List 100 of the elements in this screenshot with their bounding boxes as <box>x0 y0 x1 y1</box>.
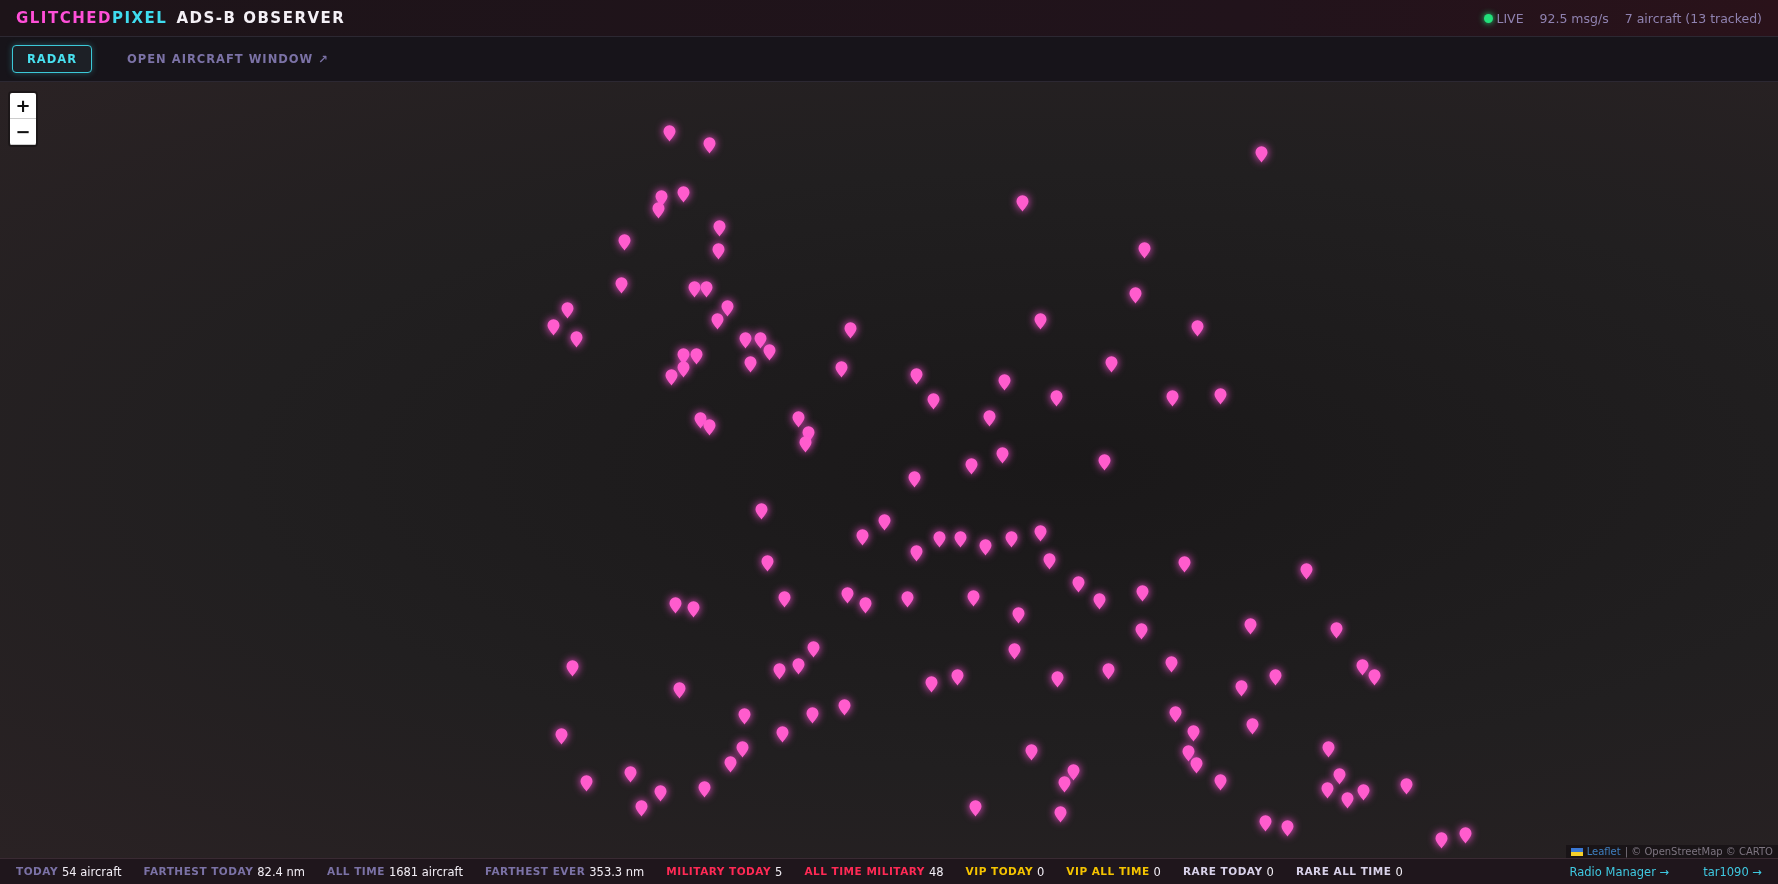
map-pin-icon[interactable] <box>1300 562 1314 580</box>
map-pin-icon[interactable] <box>859 596 873 614</box>
map-pin-icon[interactable] <box>1033 313 1047 331</box>
map-pin-icon[interactable] <box>1214 388 1228 406</box>
map-pin-icon[interactable] <box>653 785 667 803</box>
map-pin-icon[interactable] <box>1135 585 1149 603</box>
map-pin-icon[interactable] <box>1072 576 1086 594</box>
map-pin-icon[interactable] <box>1049 390 1063 408</box>
map-pin-icon[interactable] <box>927 392 941 410</box>
map-pin-icon[interactable] <box>624 765 638 783</box>
map-pin-icon[interactable] <box>702 418 716 436</box>
footer-link[interactable]: Radio Manager → <box>1569 864 1670 879</box>
map-pin-icon[interactable] <box>1186 725 1200 742</box>
map-pin-icon[interactable] <box>792 658 806 676</box>
map-pin-icon[interactable] <box>617 233 631 251</box>
map-pin-icon[interactable] <box>1400 778 1414 796</box>
map-pin-icon[interactable] <box>753 332 767 350</box>
map-pin-icon[interactable] <box>901 591 915 609</box>
map-pin-icon[interactable] <box>855 528 869 546</box>
map-pin-icon[interactable] <box>932 531 946 548</box>
map-pin-icon[interactable] <box>792 410 806 428</box>
map-pin-icon[interactable] <box>565 660 579 678</box>
map-pin-icon[interactable] <box>687 281 701 299</box>
map-pin-icon[interactable] <box>700 281 714 299</box>
map-pin-icon[interactable] <box>776 726 790 744</box>
map-pin-icon[interactable] <box>724 755 738 773</box>
map-pin-icon[interactable] <box>676 360 690 378</box>
map-pin-icon[interactable] <box>1015 195 1029 213</box>
map-pin-icon[interactable] <box>693 411 707 429</box>
map-pin-icon[interactable] <box>737 708 751 725</box>
map-pin-icon[interactable] <box>951 669 965 687</box>
map-pin-icon[interactable] <box>1177 555 1191 573</box>
map-pin-icon[interactable] <box>1254 146 1268 164</box>
map-pin-icon[interactable] <box>1012 607 1026 624</box>
leaflet-link[interactable]: Leaflet <box>1586 846 1621 857</box>
map-pin-icon[interactable] <box>878 514 892 531</box>
map-pin-icon[interactable] <box>762 343 776 361</box>
map-pin-icon[interactable] <box>560 301 574 319</box>
map-pin-icon[interactable] <box>1245 718 1259 736</box>
map-pin-icon[interactable] <box>1092 593 1106 611</box>
map-pin-icon[interactable] <box>1168 705 1182 723</box>
map-pin-icon[interactable] <box>835 360 849 378</box>
map-pin-icon[interactable] <box>634 799 648 817</box>
map-pin-icon[interactable] <box>805 706 819 724</box>
map-pin-icon[interactable] <box>1042 552 1056 570</box>
map-pin-icon[interactable] <box>1033 525 1047 543</box>
map-pin-icon[interactable] <box>690 348 704 366</box>
map-pin-icon[interactable] <box>924 676 938 694</box>
map-pin-icon[interactable] <box>735 740 749 758</box>
map-pin-icon[interactable] <box>1268 669 1282 687</box>
map-pin-icon[interactable] <box>1050 670 1064 688</box>
map-pin-icon[interactable] <box>979 538 993 556</box>
map-pin-icon[interactable] <box>668 596 682 614</box>
map-pin-icon[interactable] <box>1435 831 1449 849</box>
map-pin-icon[interactable] <box>1281 820 1294 838</box>
map-pin-icon[interactable] <box>1054 805 1068 823</box>
map-pin-icon[interactable] <box>651 202 665 219</box>
map-pin-icon[interactable] <box>997 374 1011 392</box>
map-pin-icon[interactable] <box>711 242 725 260</box>
map-pin-icon[interactable] <box>710 313 724 331</box>
map-pin-icon[interactable] <box>1182 745 1196 763</box>
map-pin-icon[interactable] <box>841 586 855 604</box>
zoom-in-button[interactable]: + <box>10 93 36 119</box>
map-pin-icon[interactable] <box>807 641 820 659</box>
map-pin-icon[interactable] <box>1333 768 1347 786</box>
map-pin-icon[interactable] <box>964 458 978 476</box>
map-pin-icon[interactable] <box>1024 744 1038 762</box>
map-pin-icon[interactable] <box>982 409 996 427</box>
radar-tab[interactable]: RADAR <box>12 45 93 73</box>
footer-link[interactable]: tar1090 → <box>1703 864 1762 879</box>
map-pin-icon[interactable] <box>580 774 594 792</box>
map-pin-icon[interactable] <box>760 554 774 572</box>
map-pin-icon[interactable] <box>615 276 629 294</box>
map-pin-icon[interactable] <box>1234 679 1248 697</box>
zoom-out-button[interactable]: − <box>10 119 36 145</box>
map-pin-icon[interactable] <box>1459 827 1473 845</box>
map-pin-icon[interactable] <box>720 299 734 317</box>
map-pin-icon[interactable] <box>702 137 716 155</box>
map-pin-icon[interactable] <box>910 367 924 385</box>
map-pin-icon[interactable] <box>1329 621 1343 639</box>
map-pin-icon[interactable] <box>1165 655 1179 673</box>
map-pin-icon[interactable] <box>1356 784 1370 801</box>
map-pin-icon[interactable] <box>698 780 712 798</box>
map-pin-icon[interactable] <box>777 591 791 609</box>
map-pin-icon[interactable] <box>1101 662 1115 680</box>
map-pin-icon[interactable] <box>555 728 569 746</box>
map-pin-icon[interactable] <box>663 124 676 142</box>
map-pin-icon[interactable] <box>969 799 983 817</box>
map-pin-icon[interactable] <box>1007 643 1021 661</box>
map-pin-icon[interactable] <box>1368 669 1382 687</box>
map-pin-icon[interactable] <box>673 681 687 699</box>
map-pin-icon[interactable] <box>676 186 690 204</box>
map-pin-icon[interactable] <box>1098 453 1112 471</box>
map-pin-icon[interactable] <box>655 189 669 207</box>
map-pin-icon[interactable] <box>1134 622 1148 640</box>
map-pin-icon[interactable] <box>1321 740 1335 758</box>
map-pin-icon[interactable] <box>686 601 700 619</box>
map-pin-icon[interactable] <box>1005 531 1019 548</box>
map-pin-icon[interactable] <box>1138 241 1152 259</box>
map-pin-icon[interactable] <box>1243 618 1257 636</box>
